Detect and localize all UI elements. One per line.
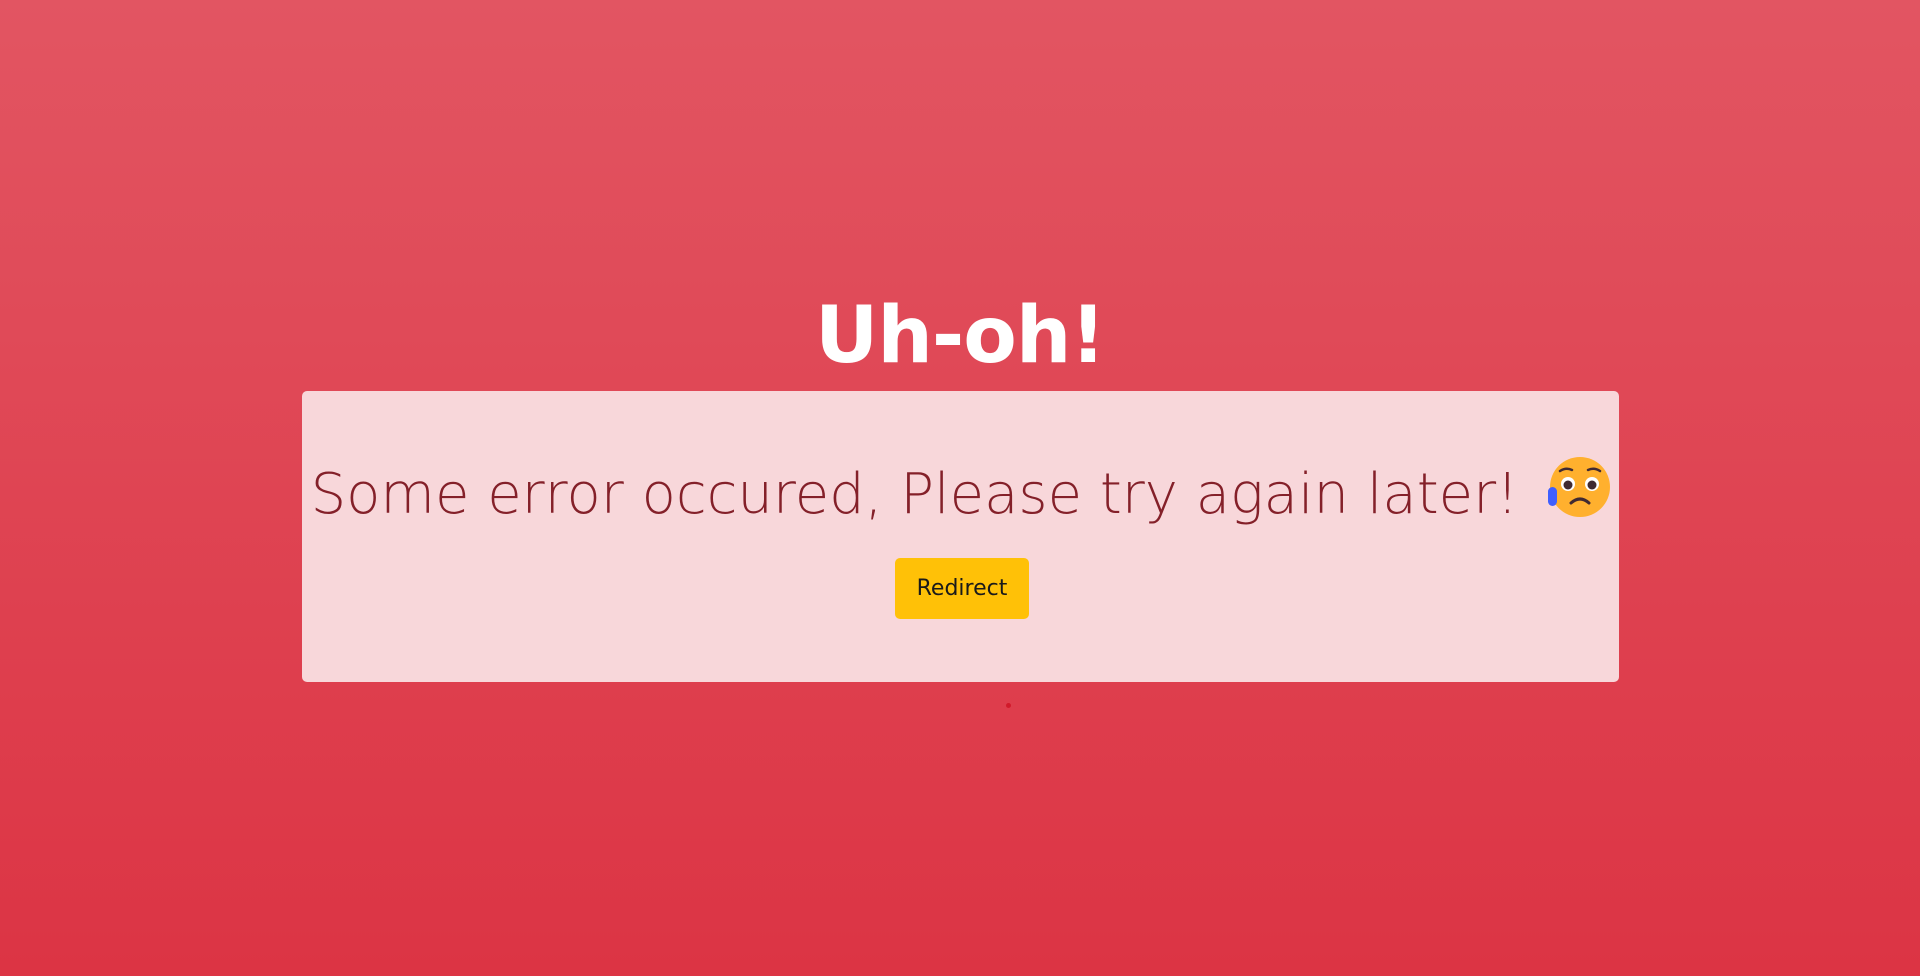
error-message: Some error occured, Please try again lat…	[302, 455, 1619, 535]
sad-but-relieved-face-icon	[1546, 455, 1611, 519]
decorative-dot	[1006, 703, 1011, 708]
page-title: Uh-oh!	[815, 291, 1106, 381]
error-message-text: Some error occured, Please try again lat…	[310, 462, 1537, 527]
redirect-button[interactable]: Redirect	[895, 558, 1029, 619]
error-alert: Some error occured, Please try again lat…	[302, 391, 1619, 682]
